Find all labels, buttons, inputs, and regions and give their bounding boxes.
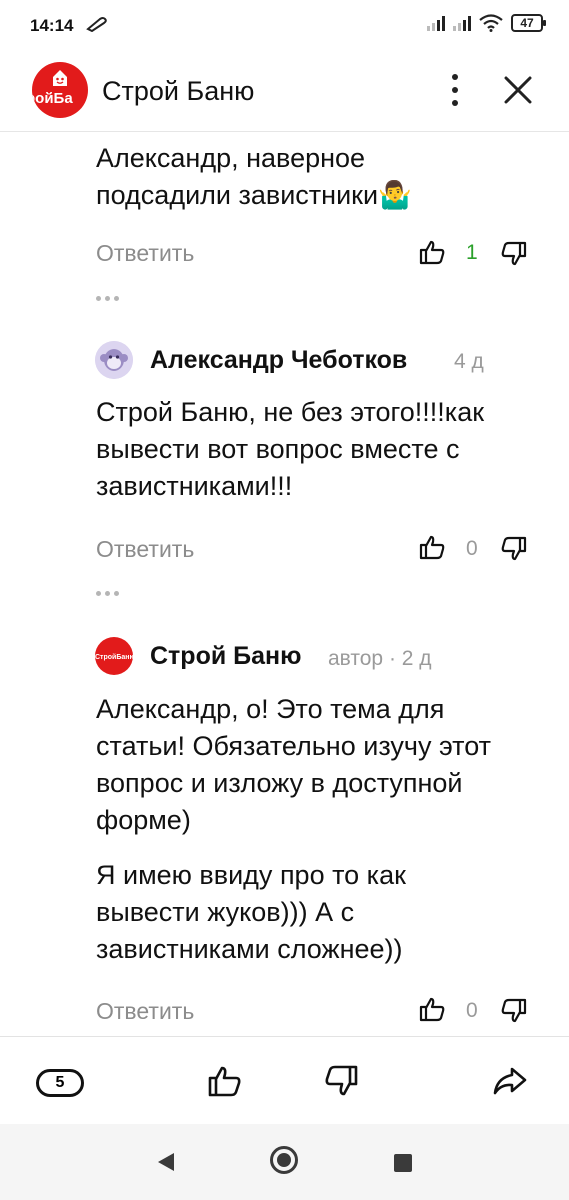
more-icon[interactable] [440,70,470,110]
channel-header: ройБа Строй Баню [0,54,569,132]
reply-button[interactable]: Ответить [96,536,194,563]
avatar-text: СтройБаню [95,654,133,661]
share-icon[interactable] [492,1063,528,1099]
comment-text: Я имею ввиду про то как вывести жуков)))… [96,860,406,964]
comment-author[interactable]: Строй Баню [150,642,301,671]
avatar[interactable] [95,341,133,379]
comment-text: Строй Баню, не без этого!!!!как вывести … [96,397,485,501]
back-icon[interactable] [156,1151,176,1173]
like-count: 0 [466,999,478,1022]
signal-icon [453,15,471,31]
like-count: 0 [466,537,478,560]
thumb-down-icon[interactable] [324,1063,360,1099]
thumb-down-icon[interactable] [500,240,528,268]
pencil-icon [86,17,107,32]
status-icons: 47 [427,14,546,32]
wifi-icon [479,14,503,32]
thumb-up-icon[interactable] [206,1063,242,1099]
system-nav-bar [0,1124,569,1200]
comment-meta: автор · 2 д [328,647,432,670]
thumb-up-icon[interactable] [418,995,446,1023]
status-time: 14:14 [30,16,74,35]
reply-button[interactable]: Ответить [96,998,194,1025]
like-count: 1 [466,241,478,264]
more-icon[interactable] [96,591,119,596]
thumb-up-icon[interactable] [418,238,446,266]
signal-icon [427,15,445,31]
thumb-up-icon[interactable] [418,533,446,561]
reply-button[interactable]: Ответить [96,240,194,267]
comment-author[interactable]: Александр Чеботков [150,346,407,375]
logo-text: ройБа [32,90,73,107]
channel-logo[interactable]: ройБа [32,62,88,118]
comment-date: 4 д [454,350,484,373]
recents-icon[interactable] [394,1154,412,1172]
more-icon[interactable] [96,296,119,301]
channel-title[interactable]: Строй Баню [102,76,254,107]
comment-text: Александр, о! Это тема для статьи! Обяза… [96,694,491,835]
status-bar: 14:14 47 [0,0,569,54]
avatar[interactable]: СтройБаню [95,637,133,675]
bottom-action-bar: 5 [0,1036,569,1124]
comment-text: Александр, наверное подсадили завистники… [96,143,412,210]
thumb-down-icon[interactable] [500,535,528,563]
monkey-avatar-icon [95,341,133,379]
house-icon [53,70,67,86]
close-icon[interactable] [500,72,536,108]
comments-count-button[interactable]: 5 [36,1069,84,1097]
battery-icon: 47 [511,14,546,32]
home-icon[interactable] [270,1146,298,1174]
thumb-down-icon[interactable] [500,997,528,1025]
